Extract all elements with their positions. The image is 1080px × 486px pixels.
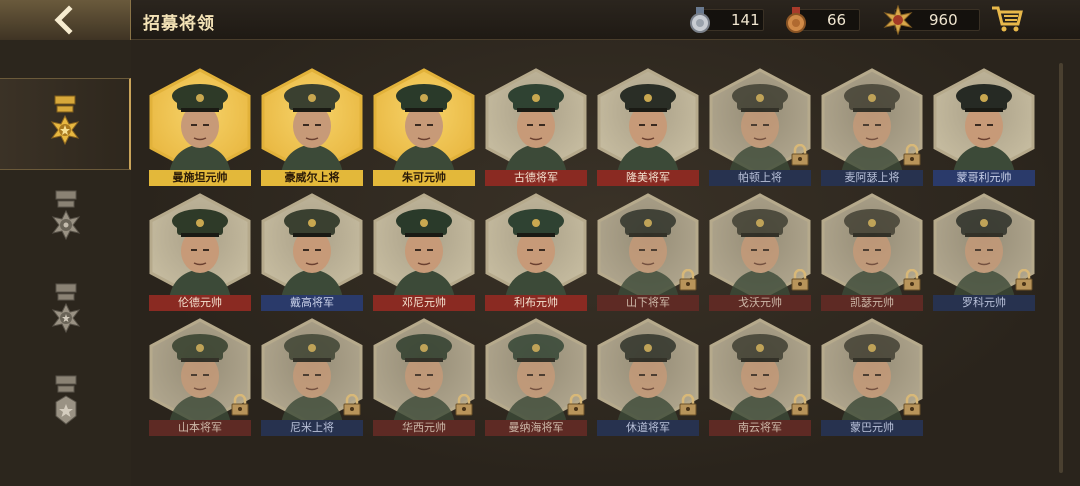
general-card[interactable]: 曼施坦元帅 [147,68,253,188]
general-name: 曼施坦元帅 [149,170,251,186]
general-card[interactable]: 蒙巴元帅 [819,318,925,438]
general-name: 豪威尔上将 [261,170,363,186]
general-portrait [373,193,475,301]
general-rank-medal-icon [51,190,80,241]
lock-icon [1015,269,1033,291]
general-name: 凯瑟元帅 [821,295,923,311]
lock-icon [455,394,473,416]
general-name: 尼米上将 [261,420,363,436]
lock-icon [567,394,585,416]
tab-major[interactable] [0,358,131,450]
general-card[interactable]: 帕顿上将 [707,68,813,188]
general-portrait [261,193,363,301]
general-card[interactable]: 邓尼元帅 [371,193,477,313]
general-name: 麦阿瑟上将 [821,170,923,186]
general-card[interactable]: 麦阿瑟上将 [819,68,925,188]
general-name: 帕顿上将 [709,170,811,186]
gold-star-badge-icon [883,5,913,35]
silver-medal-icon [690,7,710,33]
general-portrait [933,68,1035,176]
lock-icon [791,394,809,416]
page-title: 招募将领 [143,14,215,34]
marshal-rank-medal-icon [50,95,79,146]
general-card[interactable]: 罗科元帅 [931,193,1037,313]
bronze-medal-icon [786,7,806,33]
gold-badge-counter: 960 [883,5,980,35]
general-portrait [149,68,251,176]
general-name: 山本将军 [149,420,251,436]
tab-lieutenant[interactable] [0,266,131,358]
general-card[interactable]: 山本将军 [147,318,253,438]
general-card[interactable]: 戈沃元帅 [707,193,813,313]
lock-icon [679,394,697,416]
general-portrait [485,193,587,301]
tab-general[interactable] [0,173,131,265]
general-card[interactable]: 朱可元帅 [371,68,477,188]
lock-icon [903,144,921,166]
lieutenant-rank-medal-icon [51,283,80,334]
silver-medal-counter: 141 [690,7,764,33]
silver-medal-value: 141 [731,11,760,29]
general-card[interactable]: 蒙哥利元帅 [931,68,1037,188]
general-name: 休道将军 [597,420,699,436]
general-name: 伦德元帅 [149,295,251,311]
general-card[interactable]: 戴高将军 [259,193,365,313]
general-card[interactable]: 曼纳海将军 [483,318,589,438]
lock-icon [679,269,697,291]
major-rank-medal-icon [55,375,76,425]
shop-cart-icon[interactable] [990,4,1024,34]
tab-marshal[interactable] [0,78,131,170]
back-button[interactable] [0,0,131,40]
general-name: 戴高将军 [261,295,363,311]
bronze-medal-value: 66 [827,11,847,29]
lock-icon [791,269,809,291]
general-name: 华西元帅 [373,420,475,436]
general-portrait [261,68,363,176]
back-arrow-icon [54,5,73,35]
general-card[interactable]: 利布元帅 [483,193,589,313]
general-portrait [149,193,251,301]
rank-sidebar [0,40,131,486]
general-name: 蒙哥利元帅 [933,170,1035,186]
lock-icon [343,394,361,416]
lock-icon [903,269,921,291]
general-name: 隆美将军 [597,170,699,186]
general-name: 朱可元帅 [373,170,475,186]
general-portrait [597,68,699,176]
general-name: 南云将军 [709,420,811,436]
general-name: 古德将军 [485,170,587,186]
general-card[interactable]: 隆美将军 [595,68,701,188]
lock-icon [791,144,809,166]
scrollbar[interactable] [1059,63,1063,473]
general-name: 山下将军 [597,295,699,311]
general-card[interactable]: 尼米上将 [259,318,365,438]
gold-badge-value: 960 [929,11,958,29]
lock-icon [903,394,921,416]
general-card[interactable]: 南云将军 [707,318,813,438]
general-card[interactable]: 华西元帅 [371,318,477,438]
general-name: 邓尼元帅 [373,295,475,311]
general-name: 利布元帅 [485,295,587,311]
general-portrait [485,68,587,176]
general-card[interactable]: 休道将军 [595,318,701,438]
general-name: 罗科元帅 [933,295,1035,311]
general-card[interactable]: 伦德元帅 [147,193,253,313]
general-card[interactable]: 古德将军 [483,68,589,188]
general-portrait [373,68,475,176]
general-card[interactable]: 山下将军 [595,193,701,313]
bronze-medal-counter: 66 [786,7,860,33]
lock-icon [231,394,249,416]
general-name: 曼纳海将军 [485,420,587,436]
general-card[interactable]: 豪威尔上将 [259,68,365,188]
general-card[interactable]: 凯瑟元帅 [819,193,925,313]
top-bar: 招募将领 141 66 960 [0,0,1080,40]
general-name: 戈沃元帅 [709,295,811,311]
general-name: 蒙巴元帅 [821,420,923,436]
